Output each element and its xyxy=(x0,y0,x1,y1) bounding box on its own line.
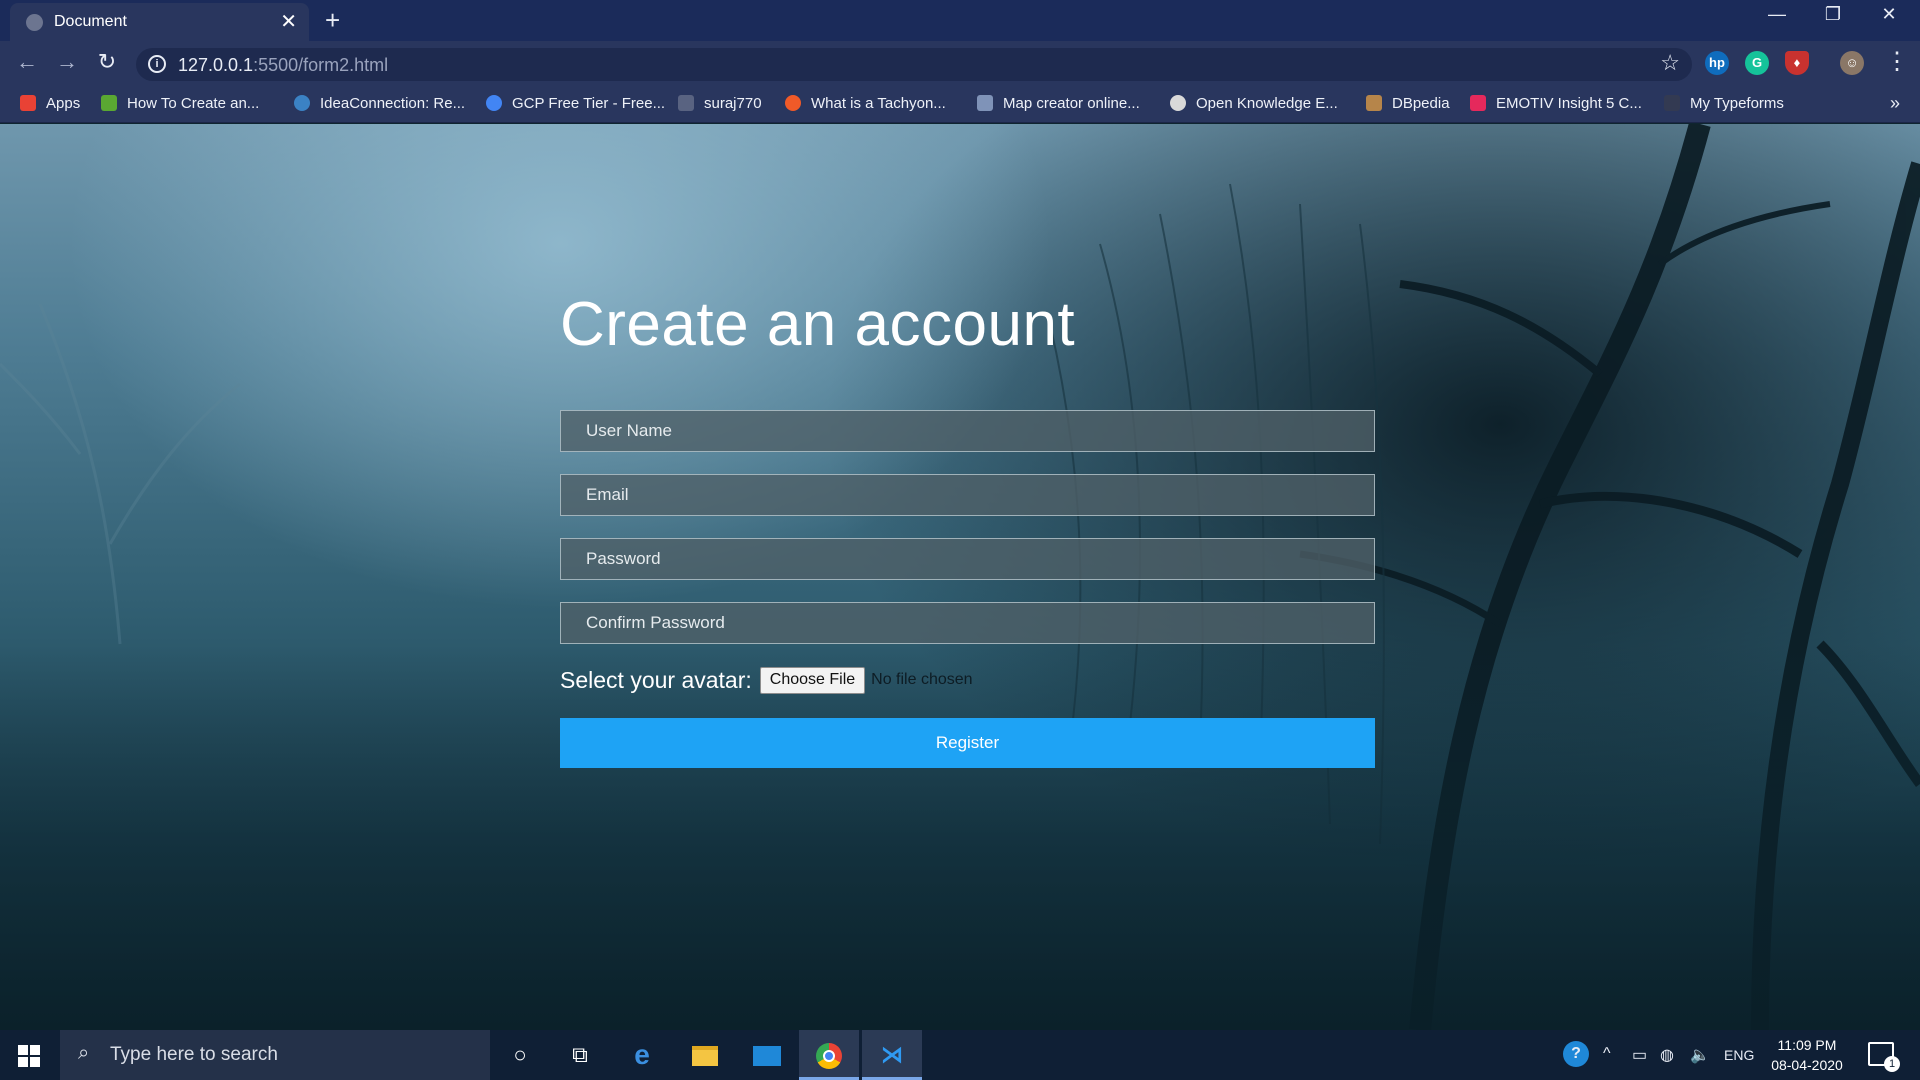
apps-grid-icon xyxy=(20,95,36,111)
bookmark-label: EMOTIV Insight 5 C... xyxy=(1496,95,1642,112)
avatar-label: Select your avatar: xyxy=(560,666,752,693)
confirm-password-input[interactable]: Confirm Password xyxy=(560,602,1375,644)
tab-close-icon[interactable]: ✕ xyxy=(280,9,297,34)
clock-date: 08-04-2020 xyxy=(1771,1057,1843,1073)
bookmark-star-icon[interactable]: ☆ xyxy=(1660,50,1680,76)
help-icon[interactable]: ? xyxy=(1563,1041,1589,1067)
bookmark-label: What is a Tachyon... xyxy=(811,95,946,112)
choose-file-button[interactable]: Choose File xyxy=(759,666,866,694)
dots-icon xyxy=(678,95,694,111)
bookmark-label: suraj770 xyxy=(704,95,762,112)
bookmark-tachyon[interactable]: What is a Tachyon... xyxy=(785,95,946,115)
code-icon xyxy=(101,95,117,111)
windows-taskbar: ⌕ Type here to search ○ ⧉ e ⋊ ? ^ ▭ ◍ 🔈 … xyxy=(0,1030,1920,1080)
typeform-icon xyxy=(1664,95,1680,111)
email-input[interactable]: Email xyxy=(560,474,1375,516)
file-status: No file chosen xyxy=(871,671,973,688)
search-icon: ⌕ xyxy=(78,1042,90,1064)
chrome-taskbar-icon[interactable] xyxy=(799,1030,859,1080)
hp-icon[interactable]: hp xyxy=(1705,51,1729,75)
profile-avatar[interactable]: ☺ xyxy=(1840,51,1864,75)
tab-document[interactable]: Document ✕ xyxy=(10,3,309,41)
mail-icon[interactable] xyxy=(737,1030,797,1080)
google-cloud-icon xyxy=(486,95,502,111)
reload-icon[interactable]: ↻ xyxy=(92,49,122,75)
bookmark-open-knowledge[interactable]: Open Knowledge E... xyxy=(1170,95,1338,115)
bookmark-label: Apps xyxy=(46,95,81,112)
register-form: Create an account User Name Email Passwo… xyxy=(560,289,1375,768)
bookmark-label: DBpedia xyxy=(1392,95,1450,112)
windows-start-icon[interactable] xyxy=(18,1045,40,1067)
tab-strip: Document ✕ + — ❐ ✕ xyxy=(0,0,1920,41)
ideaconnection-icon xyxy=(294,95,310,111)
clock-time: 11:09 PM xyxy=(1777,1037,1837,1053)
restore-icon[interactable]: ❐ xyxy=(1810,4,1856,25)
bookmark-label: Open Knowledge E... xyxy=(1196,95,1338,112)
bookmark-label: Map creator online... xyxy=(1003,95,1140,112)
minimize-icon[interactable]: — xyxy=(1754,4,1800,25)
globe-icon xyxy=(1170,95,1186,111)
address-bar[interactable]: i 127.0.0.1:5500/form2.html ☆ xyxy=(136,48,1692,81)
bookmark-gcp[interactable]: GCP Free Tier - Free... xyxy=(486,95,665,115)
grammarly-icon[interactable]: G xyxy=(1745,51,1769,75)
new-tab-icon[interactable]: + xyxy=(325,5,340,36)
cortana-icon[interactable]: ○ xyxy=(490,1030,550,1080)
bookmark-dbpedia[interactable]: DBpedia xyxy=(1366,95,1450,115)
tachyon-icon xyxy=(785,95,801,111)
browser-toolbar: ← → ↻ i 127.0.0.1:5500/form2.html ☆ hp G… xyxy=(0,41,1920,87)
url-host: 127.0.0.1 xyxy=(178,55,254,75)
chrome-menu-icon[interactable]: ⋮ xyxy=(1885,47,1909,76)
bookmark-ideaconnection[interactable]: IdeaConnection: Re... xyxy=(294,95,465,115)
bookmark-label: GCP Free Tier - Free... xyxy=(512,95,666,112)
page-viewport: Create an account User Name Email Passwo… xyxy=(0,124,1920,1030)
notification-count: 1 xyxy=(1884,1056,1900,1072)
more-bookmarks-icon[interactable]: » xyxy=(1890,93,1900,114)
tab-title: Document xyxy=(54,13,127,30)
back-arrow-icon[interactable]: ← xyxy=(12,49,42,75)
password-input[interactable]: Password xyxy=(560,538,1375,580)
vscode-icon[interactable]: ⋊ xyxy=(862,1030,922,1080)
battery-icon[interactable]: ▭ xyxy=(1632,1045,1647,1065)
forward-arrow-icon[interactable]: → xyxy=(52,49,82,75)
task-view-icon[interactable]: ⧉ xyxy=(550,1030,610,1080)
bookmark-suraj770[interactable]: suraj770 xyxy=(678,95,762,115)
globe-icon xyxy=(26,14,43,31)
action-center-icon[interactable]: 1 xyxy=(1868,1042,1900,1072)
search-placeholder: Type here to search xyxy=(110,1044,278,1065)
bookmarks-bar: Apps How To Create an... IdeaConnection:… xyxy=(0,87,1920,123)
dbpedia-icon xyxy=(1366,95,1382,111)
username-input[interactable]: User Name xyxy=(560,410,1375,452)
window-close-icon[interactable]: ✕ xyxy=(1866,4,1912,25)
bookmark-typeforms[interactable]: My Typeforms xyxy=(1664,95,1784,115)
language-indicator[interactable]: ENG xyxy=(1724,1047,1754,1063)
file-explorer-icon[interactable] xyxy=(675,1030,735,1080)
zeemaps-icon xyxy=(977,95,993,111)
bookmark-apps[interactable]: Apps xyxy=(20,95,80,115)
site-info-icon[interactable]: i xyxy=(148,55,166,73)
volume-icon[interactable]: 🔈 xyxy=(1690,1045,1710,1065)
bookmark-label: How To Create an... xyxy=(127,95,260,112)
clock[interactable]: 11:09 PM 08-04-2020 xyxy=(1762,1035,1852,1075)
network-globe-icon[interactable]: ◍ xyxy=(1660,1045,1674,1065)
url-text: 127.0.0.1:5500/form2.html xyxy=(178,55,388,76)
url-path: :5500/form2.html xyxy=(253,55,389,75)
bookmark-label: IdeaConnection: Re... xyxy=(320,95,466,112)
bookmark-how-to-create[interactable]: How To Create an... xyxy=(101,95,259,115)
taskbar-search[interactable]: ⌕ Type here to search xyxy=(60,1030,490,1080)
emotiv-icon xyxy=(1470,95,1486,111)
shield-extension-icon[interactable]: ♦ xyxy=(1785,51,1809,75)
avatar-row: Select your avatar: Choose File No file … xyxy=(560,662,1375,698)
bookmark-map-creator[interactable]: Map creator online... xyxy=(977,95,1140,115)
edge-icon[interactable]: e xyxy=(612,1030,672,1080)
bookmark-emotiv[interactable]: EMOTIV Insight 5 C... xyxy=(1470,95,1642,115)
chevron-up-icon[interactable]: ^ xyxy=(1603,1045,1611,1063)
bookmark-label: My Typeforms xyxy=(1690,95,1784,112)
register-button[interactable]: Register xyxy=(560,718,1375,768)
page-title: Create an account xyxy=(560,290,1076,359)
